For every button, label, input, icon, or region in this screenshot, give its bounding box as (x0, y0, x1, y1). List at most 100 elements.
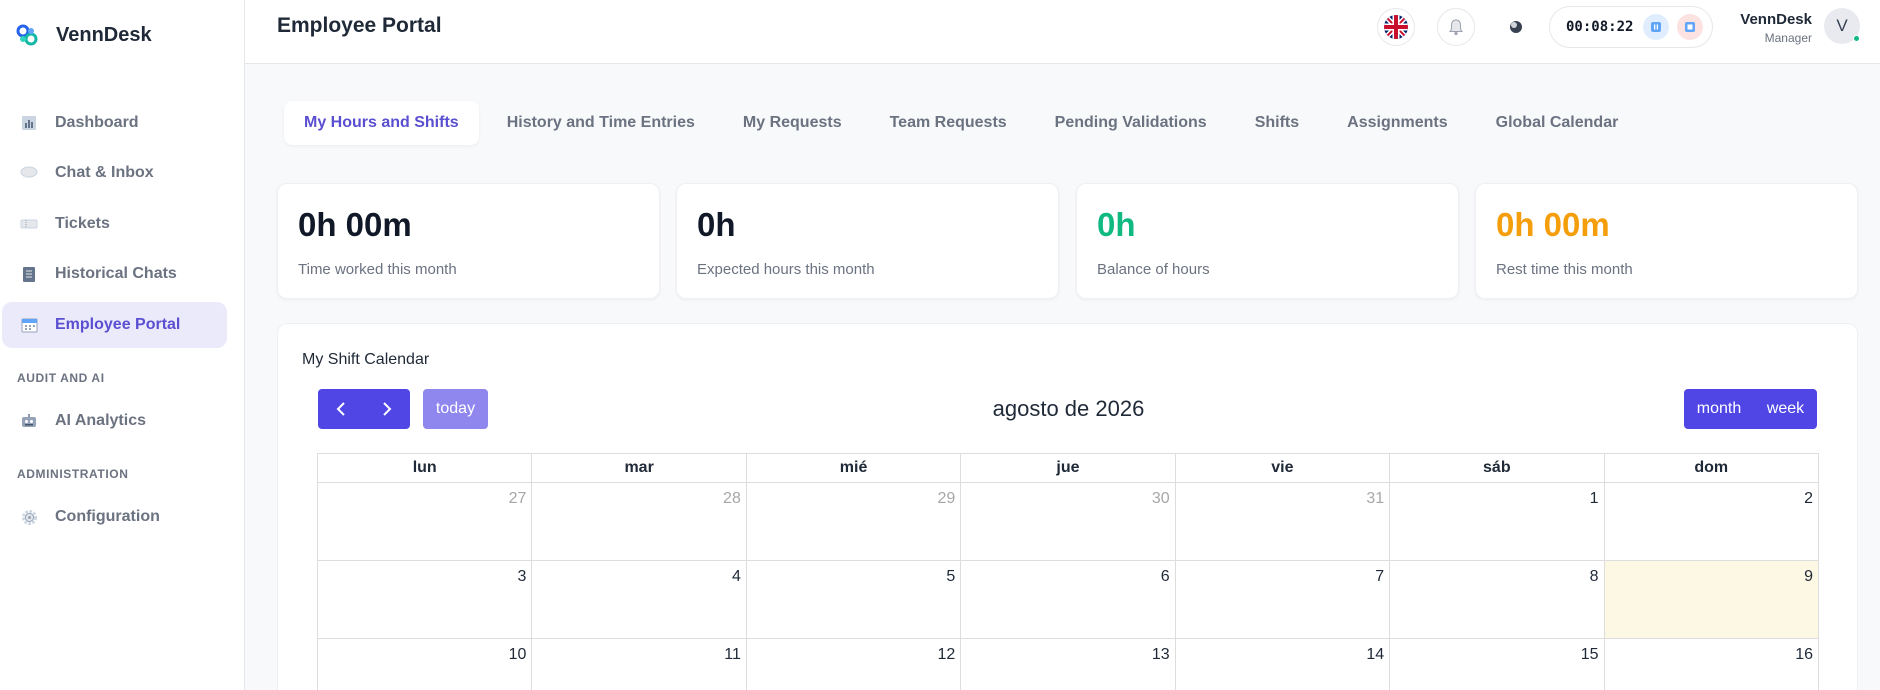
calendar-day-cell[interactable]: 15 (1389, 638, 1605, 690)
calendar-day-cell[interactable]: 13 (960, 638, 1176, 690)
tab-pending-validations[interactable]: Pending Validations (1035, 101, 1227, 145)
sidebar-item-label: AI Analytics (55, 412, 146, 429)
sidebar-item-chat-inbox[interactable]: Chat & Inbox (2, 150, 227, 196)
calendar-month-title: agosto de 2026 (992, 396, 1145, 421)
calendar-day-cell[interactable]: 10 (316, 638, 533, 690)
weekday-header: vie (1174, 453, 1391, 483)
stat-card-expected-hours: 0h Expected hours this month (676, 183, 1059, 299)
weekday-header: lun (316, 453, 533, 483)
shift-calendar-panel: My Shift Calendar agosto de 2026 today m… (277, 323, 1858, 690)
tab-history-and-time-entries[interactable]: History and Time Entries (487, 101, 715, 145)
avatar[interactable]: V (1824, 8, 1860, 44)
time-tracker: 00:08:22 (1549, 6, 1713, 48)
theme-toggle-button[interactable] (1497, 8, 1535, 46)
stat-value: 0h (1097, 206, 1136, 243)
calendar-nav (318, 389, 410, 429)
calendar-day-cell[interactable]: 7 (1174, 560, 1391, 639)
sidebar-item-ai-analytics[interactable]: AI Analytics (2, 398, 227, 444)
calendar-day-cell[interactable]: 28 (531, 482, 747, 561)
sidebar-item-label: Dashboard (55, 114, 139, 131)
sidebar-item-dashboard[interactable]: Dashboard (2, 100, 227, 146)
calendar-week-row: 3 4 5 6 7 8 9 (316, 560, 1820, 639)
section-label-administration: ADMINISTRATION (17, 467, 129, 481)
pause-button[interactable] (1643, 14, 1670, 40)
chevron-left-icon (336, 402, 345, 416)
calendar-week-row: 10 11 12 13 14 15 16 (316, 638, 1820, 690)
calendar-icon (20, 316, 38, 334)
week-view-button[interactable]: week (1754, 389, 1817, 429)
online-status-icon (1853, 35, 1860, 42)
stat-value: 0h 00m (1496, 206, 1610, 243)
sidebar-item-historical-chats[interactable]: Historical Chats (2, 251, 227, 297)
calendar-day-cell[interactable]: 16 (1603, 638, 1820, 690)
tab-my-requests[interactable]: My Requests (723, 101, 862, 145)
bar-chart-icon (20, 114, 38, 132)
sidebar-item-employee-portal[interactable]: Employee Portal (2, 302, 227, 348)
calendar-day-cell[interactable]: 1 (1389, 482, 1605, 561)
stat-value: 0h (697, 206, 736, 243)
sidebar-item-tickets[interactable]: Tickets (2, 201, 227, 247)
sidebar-item-label: Tickets (55, 215, 110, 232)
page-title: Employee Portal (277, 14, 442, 37)
calendar-day-cell[interactable]: 31 (1174, 482, 1391, 561)
stat-label: Expected hours this month (697, 261, 875, 278)
calendar-day-cell[interactable]: 6 (960, 560, 1176, 639)
calendar-title: My Shift Calendar (302, 351, 430, 368)
calendar-day-cell[interactable]: 11 (531, 638, 747, 690)
top-header: Employee Portal 00:08:22 VennDesk Manage… (245, 0, 1880, 64)
document-icon (20, 265, 38, 283)
tab-my-hours-and-shifts[interactable]: My Hours and Shifts (284, 101, 479, 145)
user-name: VennDesk (1740, 11, 1812, 28)
weekday-header: mar (531, 453, 747, 483)
moon-icon (1510, 21, 1522, 33)
bell-icon (1449, 18, 1463, 35)
calendar-day-cell[interactable]: 2 (1603, 482, 1820, 561)
calendar-day-cell[interactable]: 30 (960, 482, 1176, 561)
calendar-view-switch: month week (1684, 389, 1817, 429)
tab-shifts[interactable]: Shifts (1235, 101, 1319, 145)
brand[interactable]: VennDesk (16, 20, 152, 50)
pause-icon (1651, 22, 1662, 32)
stat-label: Balance of hours (1097, 261, 1210, 278)
calendar-day-cell[interactable]: 3 (316, 560, 533, 639)
sidebar-item-label: Configuration (55, 508, 160, 525)
weekday-header: mié (745, 453, 962, 483)
month-view-button[interactable]: month (1684, 389, 1754, 429)
tab-team-requests[interactable]: Team Requests (870, 101, 1027, 145)
language-button[interactable] (1377, 8, 1415, 46)
sidebar-item-label: Chat & Inbox (55, 164, 154, 181)
timer-display: 00:08:22 (1566, 19, 1634, 35)
calendar-day-cell-today[interactable]: 9 (1603, 560, 1820, 639)
calendar-day-cell[interactable]: 8 (1389, 560, 1605, 639)
next-month-button[interactable] (364, 389, 410, 429)
calendar-day-cell[interactable]: 14 (1174, 638, 1391, 690)
tab-assignments[interactable]: Assignments (1327, 101, 1467, 145)
sidebar-item-label: Employee Portal (55, 316, 181, 333)
ticket-icon (20, 215, 38, 233)
calendar-day-cell[interactable]: 29 (745, 482, 962, 561)
calendar-day-cell[interactable]: 4 (531, 560, 747, 639)
stop-button[interactable] (1677, 14, 1704, 40)
calendar-grid: lun mar mié jue vie sáb dom 27 28 29 30 … (316, 453, 1820, 690)
calendar-day-cell[interactable]: 27 (316, 482, 533, 561)
notifications-button[interactable] (1437, 8, 1475, 46)
calendar-day-cell[interactable]: 12 (745, 638, 962, 690)
robot-icon (20, 412, 38, 430)
stat-card-rest-time: 0h 00m Rest time this month (1475, 183, 1858, 299)
stat-card-time-worked: 0h 00m Time worked this month (277, 183, 660, 299)
today-button[interactable]: today (423, 389, 488, 429)
tab-global-calendar[interactable]: Global Calendar (1476, 101, 1639, 145)
calendar-day-cell[interactable]: 5 (745, 560, 962, 639)
calendar-week-row: 27 28 29 30 31 1 2 (316, 482, 1820, 561)
speech-bubble-icon (20, 164, 38, 182)
avatar-initial: V (1836, 16, 1848, 35)
gear-icon (20, 508, 38, 526)
stat-label: Rest time this month (1496, 261, 1633, 278)
section-label-audit: AUDIT AND AI (17, 371, 105, 385)
sidebar: VennDesk Dashboard Chat & Inbox Tickets … (0, 0, 245, 690)
stat-label: Time worked this month (298, 261, 457, 278)
sidebar-item-configuration[interactable]: Configuration (2, 494, 227, 540)
stop-icon (1685, 22, 1696, 32)
brand-name: VennDesk (56, 23, 152, 46)
prev-month-button[interactable] (318, 389, 364, 429)
